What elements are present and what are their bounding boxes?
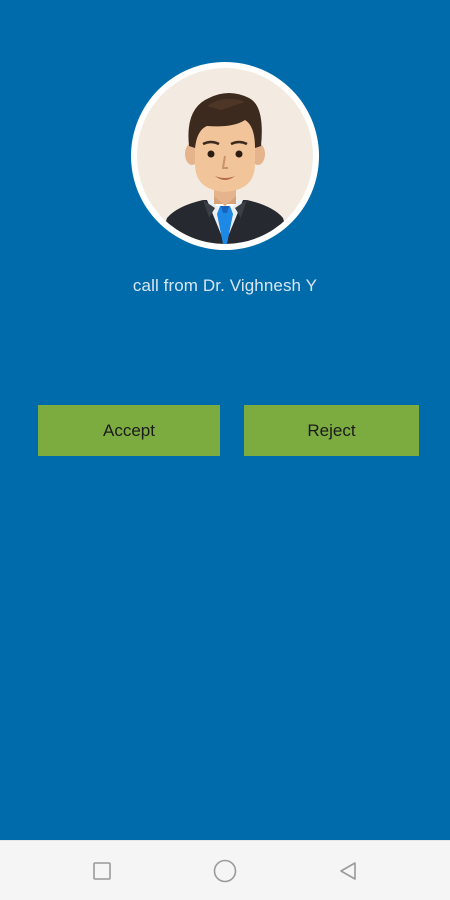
caller-label: call from Dr. Vighnesh Y: [132, 276, 318, 295]
square-icon: [93, 862, 111, 880]
recent-apps-button[interactable]: [72, 841, 132, 900]
triangle-back-icon: [340, 862, 356, 880]
reject-button[interactable]: Reject: [244, 405, 419, 456]
caller-avatar: [131, 62, 319, 250]
incoming-call-screen: call from Dr. Vighnesh Y Accept Reject: [0, 0, 450, 900]
accept-button[interactable]: Accept: [38, 405, 220, 456]
circle-icon: [213, 859, 237, 883]
back-button[interactable]: [318, 841, 378, 900]
system-navigation-bar: [0, 840, 450, 900]
home-button[interactable]: [195, 841, 255, 900]
male-doctor-avatar-icon: [137, 68, 313, 244]
